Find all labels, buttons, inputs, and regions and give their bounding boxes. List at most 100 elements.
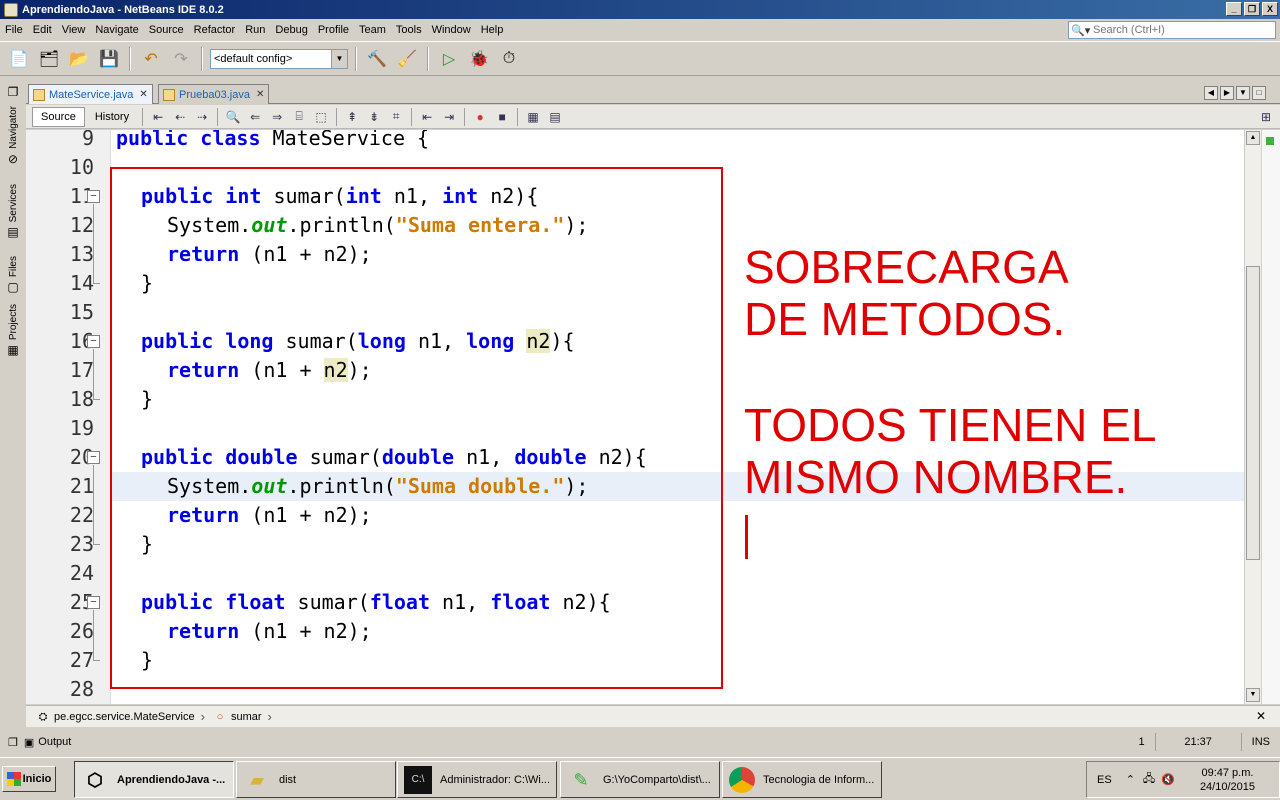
close-button[interactable]: X <box>1262 2 1278 16</box>
volume-muted-icon[interactable]: 🔇 <box>1161 773 1175 786</box>
fold-collapse-icon[interactable]: − <box>87 335 100 348</box>
start-button[interactable]: Inicio <box>2 766 56 792</box>
scrollbar-thumb[interactable] <box>1246 266 1260 560</box>
projects-tab[interactable]: Projects ▦ <box>2 304 24 357</box>
find-icon[interactable]: 🔍 <box>223 107 243 127</box>
clean-build-icon[interactable]: 🧹 <box>394 47 420 71</box>
close-icon[interactable]: ✕ <box>256 89 264 100</box>
scroll-down-icon[interactable]: ▼ <box>1246 688 1260 702</box>
menu-view[interactable]: View <box>57 24 91 36</box>
tab-prueba03[interactable]: Prueba03.java ✕ <box>158 84 270 104</box>
menu-team[interactable]: Team <box>354 24 391 36</box>
close-breadcrumb-icon[interactable]: ✕ <box>1256 709 1266 723</box>
toggle-highlight-icon[interactable]: ⌸ <box>289 107 309 127</box>
last-edit-icon[interactable]: ⇤ <box>148 107 168 127</box>
search-input[interactable] <box>1093 24 1273 36</box>
menu-window[interactable]: Window <box>427 24 476 36</box>
redo-icon[interactable]: ↷ <box>168 47 194 71</box>
maximize-editor-icon[interactable]: □ <box>1252 86 1266 100</box>
scroll-right-icon[interactable]: ▶ <box>1220 86 1234 100</box>
show-opened-documents-icon[interactable]: ▼ <box>1236 86 1250 100</box>
line-number: 26 <box>69 619 94 643</box>
task-netbeans[interactable]: ⬡ AprendiendoJava -... <box>74 761 234 798</box>
task-notepad[interactable]: ✎ G:\YoComparto\dist\... <box>560 761 720 798</box>
window-title: AprendiendoJava - NetBeans IDE 8.0.2 <box>22 3 224 16</box>
breadcrumb-method[interactable]: sumar <box>231 711 262 723</box>
menu-refactor[interactable]: Refactor <box>189 24 241 36</box>
menu-profile[interactable]: Profile <box>313 24 354 36</box>
split-editor-icon[interactable]: ⊞ <box>1256 107 1276 127</box>
source-button[interactable]: Source <box>32 106 85 127</box>
config-select[interactable]: <default config> ▼ <box>210 48 348 69</box>
shift-left-icon[interactable]: ⇤ <box>417 107 437 127</box>
debug-icon[interactable]: 🐞 <box>466 47 492 71</box>
fold-collapse-icon[interactable]: − <box>87 451 100 464</box>
run-icon[interactable]: ▷ <box>436 47 462 71</box>
output-tab[interactable]: Output <box>38 736 71 748</box>
menu-run[interactable]: Run <box>240 24 270 36</box>
history-button[interactable]: History <box>87 107 137 127</box>
editor-tab-row: MateService.java ✕ Prueba03.java ✕ ◀ ▶ ▼… <box>26 82 1280 104</box>
new-project-icon[interactable]: 🗂 <box>36 47 62 71</box>
scroll-left-icon[interactable]: ◀ <box>1204 86 1218 100</box>
start-macro-icon[interactable]: ● <box>470 107 490 127</box>
comment-icon[interactable]: ▦ <box>523 107 543 127</box>
forward-icon[interactable]: ⇢ <box>192 107 212 127</box>
back-icon[interactable]: ⇠ <box>170 107 190 127</box>
annotation-line-4: MISMO NOMBRE. <box>744 451 1128 503</box>
breadcrumb-class[interactable]: pe.egcc.service.MateService <box>54 711 195 723</box>
line-number: 13 <box>69 242 94 266</box>
undo-icon[interactable]: ↶ <box>138 47 164 71</box>
build-icon[interactable]: 🔨 <box>364 47 390 71</box>
menu-file[interactable]: File <box>0 24 28 36</box>
menu-debug[interactable]: Debug <box>270 24 312 36</box>
tab-mateservice[interactable]: MateService.java ✕ <box>28 84 153 104</box>
chevron-up-icon[interactable]: ⌃ <box>1126 773 1135 786</box>
toggle-bookmark-icon[interactable]: ⌗ <box>386 107 406 127</box>
uncomment-icon[interactable]: ▤ <box>545 107 565 127</box>
menu-navigate[interactable]: Navigate <box>90 24 143 36</box>
fold-collapse-icon[interactable]: − <box>87 190 100 203</box>
profile-icon[interactable]: ⏱ <box>496 47 522 71</box>
restore-windows-icon[interactable]: ❐ <box>2 82 24 99</box>
maximize-button[interactable]: ❐ <box>1244 2 1260 16</box>
minimize-button[interactable]: _ <box>1226 2 1242 16</box>
task-cmd[interactable]: C:\ Administrador: C:\Wi... <box>397 761 557 798</box>
find-previous-icon[interactable]: ⇐ <box>245 107 265 127</box>
menu-source[interactable]: Source <box>144 24 189 36</box>
fold-collapse-icon[interactable]: − <box>87 596 100 609</box>
search-icon[interactable]: 🔍▾ <box>1071 24 1093 37</box>
save-all-icon[interactable]: 💾 <box>96 47 122 71</box>
scroll-up-icon[interactable]: ▲ <box>1246 131 1260 145</box>
menu-help[interactable]: Help <box>476 24 509 36</box>
prev-bookmark-icon[interactable]: ⇞ <box>342 107 362 127</box>
language-indicator[interactable]: ES <box>1097 774 1112 786</box>
chevron-down-icon[interactable]: ▼ <box>331 49 347 68</box>
services-tab[interactable]: Services ▤ <box>2 184 24 239</box>
task-chrome[interactable]: Tecnologia de Inform... <box>722 761 882 798</box>
menu-tools[interactable]: Tools <box>391 24 427 36</box>
find-next-icon[interactable]: ⇒ <box>267 107 287 127</box>
toggle-rect-select-icon[interactable]: ⬚ <box>311 107 331 127</box>
clock[interactable]: 09:47 p.m. 24/10/2015 <box>1200 766 1255 794</box>
stop-macro-icon[interactable]: ■ <box>492 107 512 127</box>
close-icon[interactable]: ✕ <box>139 89 147 100</box>
line-number: 12 <box>69 213 94 237</box>
tab-label: MateService.java <box>49 88 134 101</box>
notification-badge[interactable]: 1 <box>1129 733 1155 751</box>
files-tab[interactable]: Files ▢ <box>2 256 24 294</box>
notepad-plus-icon: ✎ <box>573 769 589 790</box>
new-file-icon[interactable]: 📄 <box>6 47 32 71</box>
shift-right-icon[interactable]: ⇥ <box>439 107 459 127</box>
navigator-tab[interactable]: Navigator ⊘ <box>2 106 24 166</box>
open-project-icon[interactable]: 📂 <box>66 47 92 71</box>
menu-edit[interactable]: Edit <box>28 24 57 36</box>
restore-output-icon[interactable]: ❐ <box>8 736 18 749</box>
vertical-scrollbar[interactable]: ▲ ▼ <box>1244 130 1261 704</box>
code-editor[interactable]: 9 10 11−12 13 14 15 16−17 18 19 20−21 22 23 24 25−26 2… <box>26 130 1244 704</box>
projects-icon: ▦ <box>7 343 19 358</box>
next-bookmark-icon[interactable]: ⇟ <box>364 107 384 127</box>
task-dist-folder[interactable]: ▰ dist <box>236 761 396 798</box>
network-icon[interactable]: 🖧 <box>1143 770 1155 789</box>
fold-end-mark <box>93 399 100 400</box>
